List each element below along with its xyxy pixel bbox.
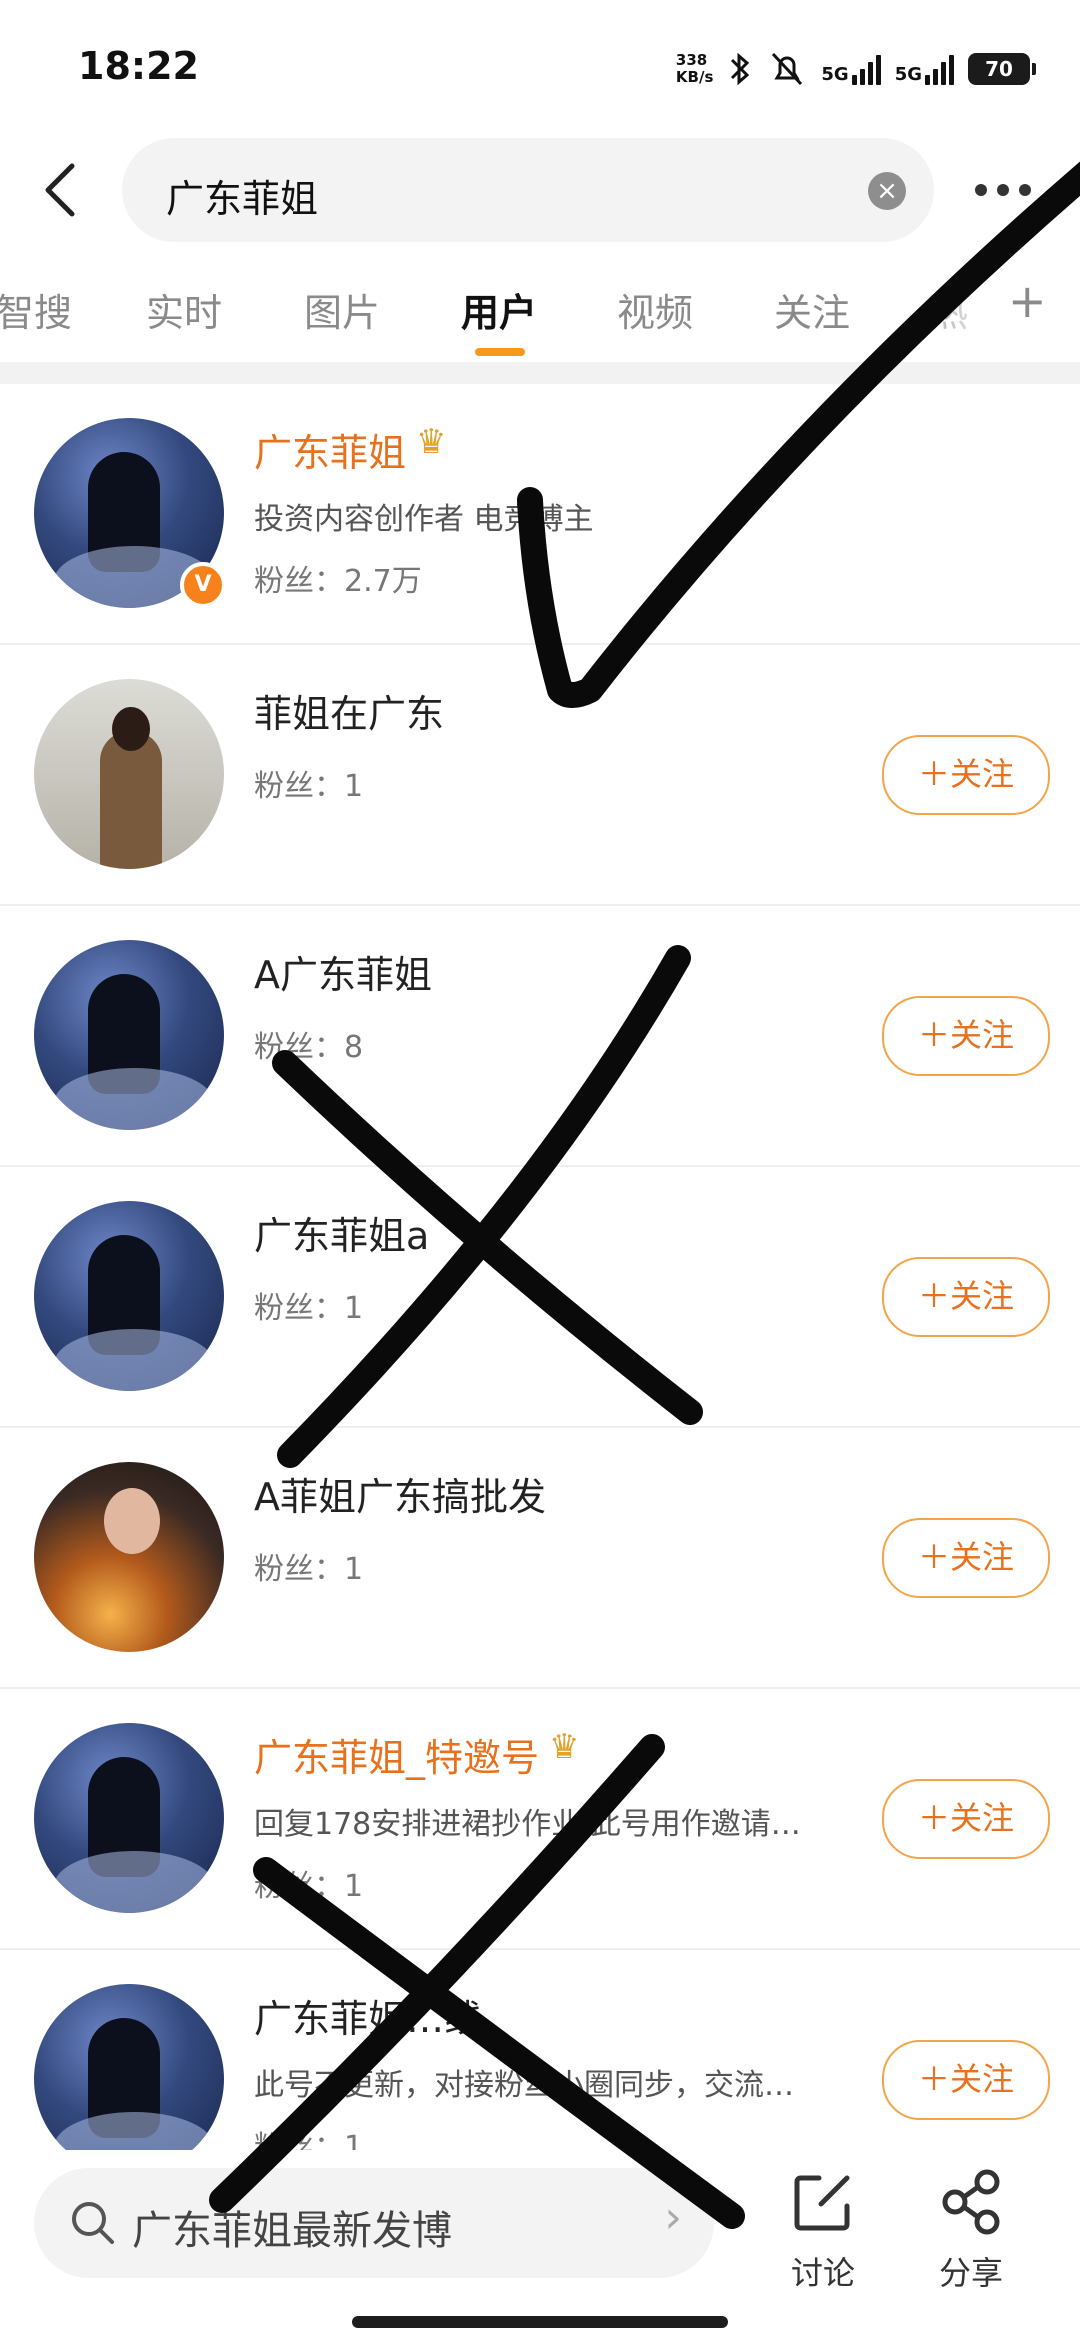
share-button[interactable]: 分享 [916, 2168, 1026, 2294]
discuss-label: 讨论 [790, 2254, 855, 2292]
crown-icon: ♛ [549, 1727, 580, 1767]
follow-button[interactable]: ＋关注 [882, 735, 1050, 815]
user-row[interactable]: A广东菲姐 粉丝：8 ＋关注 [0, 906, 1080, 1167]
section-divider [0, 362, 1080, 384]
tab-images[interactable]: 图片 [304, 282, 380, 337]
active-tab-indicator [475, 348, 525, 356]
user-row[interactable]: V 广东菲姐 ♛ 投资内容创作者 电竞博主 粉丝：2.7万 [0, 384, 1080, 645]
avatar[interactable] [34, 1723, 224, 1913]
fans-count: 粉丝：1 [254, 1552, 364, 1587]
back-arrow-icon[interactable] [36, 158, 84, 222]
edit-icon [794, 2175, 850, 2231]
follow-button[interactable]: ＋关注 [882, 2040, 1050, 2120]
user-name[interactable]: 广东菲姐a [254, 1205, 429, 1260]
user-row[interactable]: 广东菲姐_特邀号 ♛ 回复178安排进裙抄作业 此号用作邀请… 粉丝：1 ＋关注 [0, 1689, 1080, 1950]
user-name[interactable]: A广东菲姐 [254, 944, 432, 999]
search-input[interactable]: 广东菲姐 × [122, 138, 934, 242]
home-indicator [352, 2316, 728, 2328]
follow-button[interactable]: ＋关注 [882, 1779, 1050, 1859]
share-icon [942, 2169, 1000, 2235]
user-row[interactable]: 菲姐在广东 粉丝：1 ＋关注 [0, 645, 1080, 906]
bottom-search-input[interactable]: 广东菲姐最新发博 › [34, 2168, 714, 2278]
tab-realtime[interactable]: 实时 [146, 282, 222, 337]
network-speed: 338 KB/s [675, 51, 714, 86]
status-icons: 338 KB/s 5G 5G 70 [675, 44, 1036, 94]
fans-count: 粉丝：1 [254, 1869, 364, 1904]
user-list: V 广东菲姐 ♛ 投资内容创作者 电竞博主 粉丝：2.7万 菲姐在广东 粉丝：1 … [0, 384, 1080, 2209]
user-desc: 投资内容创作者 电竞博主 [254, 502, 594, 537]
add-tab-icon[interactable]: + [1008, 274, 1047, 328]
avatar[interactable] [34, 679, 224, 869]
follow-button[interactable]: ＋关注 [882, 1257, 1050, 1337]
search-icon [72, 2202, 114, 2244]
share-label: 分享 [938, 2254, 1003, 2292]
user-name[interactable]: 广东菲姐_特邀号 ♛ [254, 1727, 580, 1782]
bottom-search-text[interactable]: 广东菲姐最新发博 [132, 2198, 452, 2256]
tab-follow[interactable]: 关注 [774, 282, 850, 337]
fans-count: 粉丝：8 [254, 1030, 364, 1065]
user-name[interactable]: 菲姐在广东 [254, 683, 444, 738]
user-row[interactable]: 广东菲姐a 粉丝：1 ＋关注 [0, 1167, 1080, 1428]
verified-v-icon: V [180, 562, 226, 608]
tab-users[interactable]: 用户 [461, 282, 537, 337]
signal-sim2: 5G [895, 53, 954, 85]
status-bar: 18:22 338 KB/s 5G 5G 70 [0, 0, 1080, 130]
crown-icon: ♛ [416, 422, 447, 462]
follow-button[interactable]: ＋关注 [882, 1518, 1050, 1598]
signal-sim1: 5G [821, 53, 881, 85]
tab-bar: 智搜 实时 图片 用户 视频 关注 热 + [0, 260, 1080, 360]
clear-icon[interactable]: × [868, 172, 906, 210]
avatar[interactable] [34, 1984, 224, 2174]
more-dots-icon[interactable] [975, 170, 1045, 210]
fans-count: 粉丝：1 [254, 769, 364, 804]
user-name[interactable]: 广东菲姐 ♛ [254, 422, 447, 477]
discuss-button[interactable]: 讨论 [768, 2168, 878, 2294]
bottom-bar: 广东菲姐最新发博 › 讨论 分享 [0, 2150, 1080, 2338]
follow-button[interactable]: ＋关注 [882, 996, 1050, 1076]
user-row[interactable]: A菲姐广东搞批发 粉丝：1 ＋关注 [0, 1428, 1080, 1689]
clock: 18:22 [78, 44, 199, 88]
search-query[interactable]: 广东菲姐 [166, 168, 318, 223]
mute-bell-icon [772, 52, 803, 86]
fans-count: 粉丝：1 [254, 1291, 364, 1326]
user-desc: 回复178安排进裙抄作业 此号用作邀请… [254, 1807, 801, 1842]
tab-video[interactable]: 视频 [617, 282, 693, 337]
user-name[interactable]: 广东菲姐…线 [254, 1988, 482, 2043]
avatar[interactable] [34, 1462, 224, 1652]
avatar[interactable] [34, 940, 224, 1130]
user-name[interactable]: A菲姐广东搞批发 [254, 1466, 546, 1521]
battery-icon: 70 [968, 53, 1036, 85]
user-desc: 此号不更新，对接粉丝小圈同步，交流… [254, 2068, 794, 2103]
fans-count: 粉丝：2.7万 [254, 564, 422, 599]
tab-fade [900, 260, 1000, 360]
avatar[interactable] [34, 1201, 224, 1391]
bluetooth-icon [731, 52, 750, 86]
tab-zhisou[interactable]: 智搜 [0, 282, 72, 337]
top-bar: 广东菲姐 × [0, 130, 1080, 250]
chevron-right-icon: › [664, 2192, 682, 2243]
